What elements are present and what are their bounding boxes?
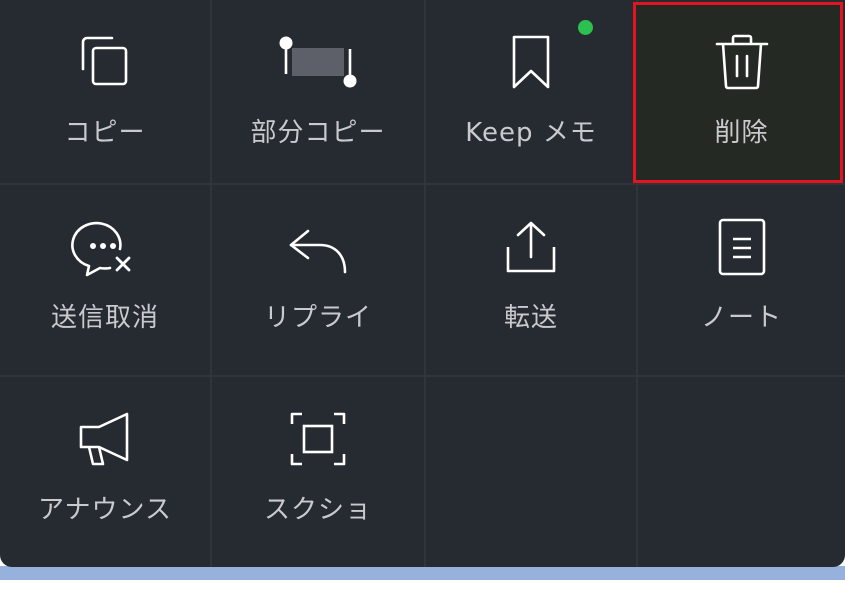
bookmark-icon — [426, 30, 636, 94]
menu-item-label: 部分コピー — [250, 118, 386, 148]
menu-item-label: リプライ — [263, 303, 372, 333]
background-strip — [0, 566, 845, 580]
menu-item-note[interactable]: ノート — [638, 185, 845, 377]
menu-item-delete[interactable]: 削除 — [633, 0, 845, 185]
reply-icon — [212, 215, 424, 279]
screenshot-icon — [212, 407, 424, 471]
empty-cell — [426, 377, 638, 567]
note-icon — [638, 215, 845, 279]
menu-item-label: Keep メモ — [465, 118, 597, 148]
menu-item-announce[interactable]: アナウンス — [0, 377, 212, 567]
menu-item-partial-copy[interactable]: 部分コピー — [212, 0, 426, 185]
message-action-menu: コピー 部分コピー Keep メモ 削除 送信取消 リプライ 転送 ノート アナ… — [0, 0, 845, 567]
menu-item-reply[interactable]: リプライ — [212, 185, 426, 377]
menu-item-label: コピー — [64, 118, 146, 148]
share-icon — [426, 215, 636, 279]
menu-item-label: 送信取消 — [50, 303, 159, 333]
menu-item-screenshot[interactable]: スクショ — [212, 377, 426, 567]
menu-item-label: ノート — [700, 303, 782, 333]
menu-item-unsend[interactable]: 送信取消 — [0, 185, 212, 377]
copy-icon — [0, 30, 210, 94]
new-badge-dot — [578, 20, 593, 35]
menu-item-label: 転送 — [503, 303, 558, 333]
unsend-icon — [0, 215, 210, 279]
menu-item-keep-memo[interactable]: Keep メモ — [426, 0, 638, 185]
partial-copy-icon — [212, 30, 424, 94]
trash-icon — [638, 30, 845, 94]
empty-cell — [638, 377, 845, 567]
menu-item-forward[interactable]: 転送 — [426, 185, 638, 377]
megaphone-icon — [0, 407, 210, 471]
menu-item-copy[interactable]: コピー — [0, 0, 212, 185]
menu-item-label: スクショ — [263, 495, 372, 525]
menu-item-label: 削除 — [714, 118, 769, 148]
menu-item-label: アナウンス — [38, 495, 172, 525]
